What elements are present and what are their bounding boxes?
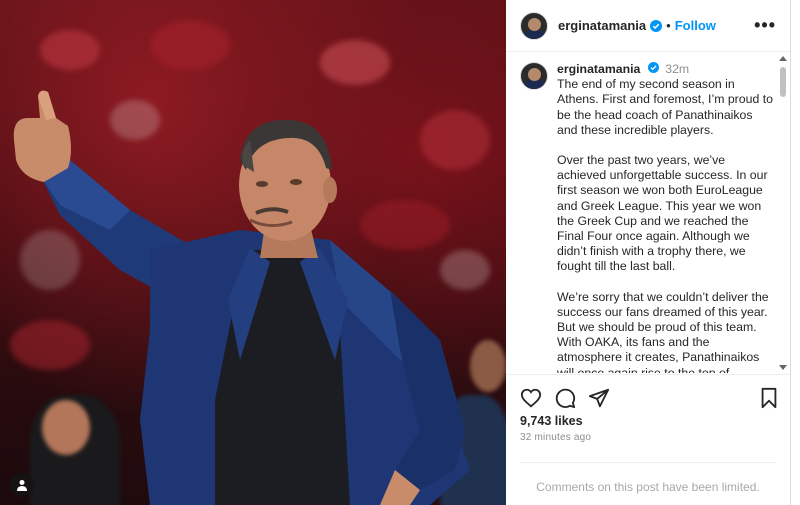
caption: erginatamania 32m The end of my second s… — [506, 53, 790, 373]
bookmark-icon — [761, 387, 777, 409]
follow-button[interactable]: Follow — [675, 18, 716, 33]
caption-body: erginatamania 32m The end of my second s… — [557, 62, 775, 373]
scrollbar-thumb[interactable] — [780, 67, 786, 97]
author-username[interactable]: erginatamania — [558, 18, 646, 33]
comment-button[interactable] — [554, 387, 576, 409]
share-button[interactable] — [588, 387, 610, 409]
divider — [520, 462, 776, 463]
comments-area[interactable]: erginatamania 32m The end of my second s… — [506, 53, 790, 373]
post-header: erginatamania • Follow ••• — [506, 0, 790, 52]
caption-time: 32m — [665, 62, 690, 76]
like-button[interactable] — [520, 387, 542, 409]
comment-icon — [555, 388, 576, 409]
likes-count[interactable]: 9,743 likes — [520, 414, 583, 428]
action-bar — [506, 374, 790, 416]
post-photo[interactable] — [0, 0, 506, 505]
user-tag-icon — [17, 480, 27, 491]
avatar[interactable] — [520, 11, 548, 40]
caption-paragraph: erginatamania 32m The end of my second s… — [557, 62, 775, 138]
caption-username[interactable]: erginatamania — [557, 62, 640, 76]
save-button[interactable] — [758, 387, 780, 409]
verified-badge-icon — [650, 19, 663, 32]
avatar[interactable] — [520, 62, 548, 90]
post-side-panel: erginatamania • Follow ••• erginatamania… — [506, 0, 791, 505]
scroll-down-arrow-icon[interactable] — [779, 365, 787, 370]
scroll-up-arrow-icon[interactable] — [779, 56, 787, 61]
user-tag-button[interactable] — [10, 473, 34, 497]
comments-limited-notice: Comments on this post have been limited. — [536, 480, 760, 494]
heart-icon — [520, 388, 542, 408]
verified-badge-icon — [647, 62, 659, 73]
more-options-button[interactable]: ••• — [754, 16, 776, 34]
caption-paragraph: We’re sorry that we couldn’t deliver the… — [557, 289, 769, 373]
comments-scrollbar[interactable] — [778, 53, 788, 373]
caption-paragraph: Over the past two years, we’ve achieved … — [557, 153, 768, 274]
post-timestamp[interactable]: 32 minutes ago — [520, 432, 591, 443]
share-icon — [588, 388, 610, 408]
separator: • — [666, 18, 671, 33]
caption-text: The end of my second season in Athens. F… — [557, 77, 773, 137]
